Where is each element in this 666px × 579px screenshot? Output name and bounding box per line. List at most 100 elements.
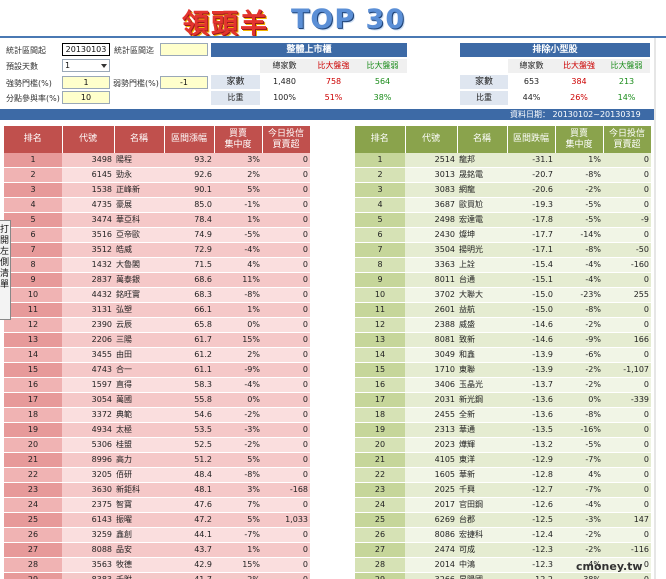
column-header[interactable]: 區間跌幅 — [507, 126, 556, 153]
open-left-list-tab[interactable]: 打開左側清單 — [0, 220, 11, 320]
column-header[interactable]: 代號 — [405, 126, 458, 153]
table-row[interactable]: 5 3474 華亞科 78.4 1% 0 — [4, 212, 310, 228]
table-row[interactable]: 7 3512 皓威 72.9 -4% 0 — [4, 242, 310, 258]
table-row[interactable]: 12 2390 云辰 65.8 0% 0 — [4, 317, 310, 333]
table-row[interactable]: 14 3049 和鑫 -13.9 -6% 0 — [355, 347, 651, 363]
table-row[interactable]: 10 3702 大聯大 -15.0 -23% 255 — [355, 287, 651, 303]
code-cell: 2375 — [62, 497, 114, 513]
table-row[interactable]: 25 6269 台郡 -12.5 -3% 147 — [355, 512, 651, 528]
table-row[interactable]: 21 8996 高力 51.2 5% 0 — [4, 452, 310, 468]
table-row[interactable]: 298383千附41.7-2%0 — [4, 572, 310, 579]
table-row[interactable]: 16 1597 直得 58.3 -4% 0 — [4, 377, 310, 393]
table-row[interactable]: 25 6143 振曜 47.2 5% 1,033 — [4, 512, 310, 528]
column-header[interactable]: 代號 — [62, 126, 115, 153]
table-row[interactable]: 1 3498 陽程 93.2 3% 0 — [4, 153, 310, 168]
table-row[interactable]: 6 3516 亞帝歐 74.9 -5% 0 — [4, 227, 310, 243]
table-row[interactable]: 15 1710 東聯 -13.9 -2% -1,107 — [355, 362, 651, 378]
table-row[interactable]: 3 1538 正峰新 90.1 5% 0 — [4, 182, 310, 198]
table-row[interactable]: 18 2455 全新 -13.6 -8% 0 — [355, 407, 651, 423]
code-cell: 4432 — [62, 287, 114, 303]
table-row[interactable]: 26 3259 鑫創 44.1 -7% 0 — [4, 527, 310, 543]
concentration-cell: -38% — [555, 572, 603, 579]
table-row[interactable]: 5 2498 宏達電 -17.8 -5% -9 — [355, 212, 651, 228]
table-row[interactable]: 27 2474 可成 -12.3 -2% -116 — [355, 542, 651, 558]
table-row[interactable]: 8 1432 大魯閣 71.5 4% 0 — [4, 257, 310, 273]
table-row[interactable]: 7 3504 揚明光 -17.1 -8% -50 — [355, 242, 651, 258]
table-row[interactable]: 1 2514 龍邦 -31.1 1% 0 — [355, 153, 651, 168]
trust-net-cell: 0 — [262, 422, 310, 438]
code-cell: 8086 — [405, 527, 457, 543]
code-cell: 1538 — [62, 182, 114, 198]
trust-net-cell: 0 — [603, 482, 651, 498]
table-row[interactable]: 4 3687 歐買尬 -19.3 -5% 0 — [355, 197, 651, 213]
table-row[interactable]: 9 2837 萬泰銀 68.6 11% 0 — [4, 272, 310, 288]
column-header[interactable]: 名稱 — [114, 126, 165, 153]
table-row[interactable]: 8 3363 上詮 -15.4 -4% -160 — [355, 257, 651, 273]
column-header[interactable]: 名稱 — [457, 126, 508, 153]
summary-overall-ratio-total: 100% — [273, 93, 296, 102]
score-input[interactable]: 10 — [62, 91, 110, 104]
column-header[interactable]: 今日投信 買賣超 — [262, 126, 311, 153]
column-header[interactable]: 買賣 集中度 — [555, 126, 604, 153]
column-header[interactable]: 買賣 集中度 — [214, 126, 263, 153]
table-row[interactable]: 4 4735 豪展 85.0 -1% 0 — [4, 197, 310, 213]
column-header[interactable]: 區間漲幅 — [164, 126, 215, 153]
summary-overall-title: 整體上市櫃 — [211, 43, 407, 57]
column-header[interactable]: 今日投信 買賣超 — [603, 126, 652, 153]
code-cell: 1605 — [405, 467, 457, 483]
table-row[interactable]: 9 8011 台通 -15.1 -4% 0 — [355, 272, 651, 288]
table-row[interactable]: 24 2017 官田鋼 -12.6 -4% 0 — [355, 497, 651, 513]
summary-overall-count-total: 1,480 — [273, 77, 296, 86]
table-row[interactable]: 22 1605 華新 -12.8 4% 0 — [355, 467, 651, 483]
table-row[interactable]: 13 2206 三陽 61.7 15% 0 — [4, 332, 310, 348]
table-row[interactable]: 19 2313 華通 -13.5 -16% 0 — [355, 422, 651, 438]
chevron-down-icon[interactable] — [101, 64, 107, 68]
table-row[interactable]: 11 3131 弘塑 66.1 1% 0 — [4, 302, 310, 318]
table-row[interactable]: 26 8086 宏捷科 -12.4 -2% 0 — [355, 527, 651, 543]
trust-net-cell: 166 — [603, 332, 651, 348]
table-row[interactable]: 27 8088 品安 43.7 1% 0 — [4, 542, 310, 558]
table-row[interactable]: 11 2601 益航 -15.0 -8% 0 — [355, 302, 651, 318]
table-row[interactable]: 18 3372 典範 54.6 -2% 0 — [4, 407, 310, 423]
start-date-input[interactable]: 20130103 — [62, 43, 110, 56]
code-cell: 3702 — [405, 287, 457, 303]
code-cell: 3563 — [62, 557, 114, 573]
forecast-days-dropdown[interactable]: 1 — [62, 59, 110, 72]
table-row[interactable]: 20 2023 燁輝 -13.2 -5% 0 — [355, 437, 651, 453]
rank-cell: 22 — [355, 467, 405, 483]
rank-cell: 24 — [355, 497, 405, 513]
table-row[interactable]: 14 3455 由田 61.2 2% 0 — [4, 347, 310, 363]
strong-threshold-input[interactable]: 1 — [62, 76, 110, 89]
table-row[interactable]: 21 4105 東洋 -12.9 -7% 0 — [355, 452, 651, 468]
table-row[interactable]: 2 6145 勁永 92.6 2% 0 — [4, 167, 310, 183]
weak-threshold-input[interactable]: -1 — [160, 76, 208, 89]
change-cell: 68.6 — [164, 272, 214, 288]
table-row[interactable]: 22 3205 佰研 48.4 -8% 0 — [4, 467, 310, 483]
table-row[interactable]: 16 3406 玉晶光 -13.7 -2% 0 — [355, 377, 651, 393]
table-row[interactable]: 28 3563 牧德 42.9 15% 0 — [4, 557, 310, 573]
concentration-cell: -9% — [555, 332, 603, 348]
table-row[interactable]: 293266昇陽國-12.2-38%0 — [355, 572, 651, 579]
name-cell: 典範 — [114, 407, 164, 423]
table-row[interactable]: 23 2025 千興 -12.7 -7% 0 — [355, 482, 651, 498]
table-row[interactable]: 10 4432 銘旺實 68.3 -8% 0 — [4, 287, 310, 303]
table-row[interactable]: 20 5306 桂盟 52.5 -2% 0 — [4, 437, 310, 453]
table-row[interactable]: 24 2375 智寶 47.6 7% 0 — [4, 497, 310, 513]
code-cell: 6143 — [62, 512, 114, 528]
rank-cell: 28 — [4, 557, 62, 573]
end-date-input[interactable] — [160, 43, 208, 56]
trust-net-cell: -9 — [603, 212, 651, 228]
table-row[interactable]: 13 8081 致新 -14.6 -9% 166 — [355, 332, 651, 348]
code-cell: 3013 — [405, 167, 457, 183]
table-row[interactable]: 19 4934 太極 53.5 -3% 0 — [4, 422, 310, 438]
table-row[interactable]: 23 3630 新鉅科 48.1 3% -168 — [4, 482, 310, 498]
table-row[interactable]: 17 3054 萬國 55.8 0% 0 — [4, 392, 310, 408]
table-row[interactable]: 6 2430 燦坤 -17.7 -14% 0 — [355, 227, 651, 243]
table-row[interactable]: 15 4743 合一 61.1 -9% 0 — [4, 362, 310, 378]
column-header[interactable]: 排名 — [4, 126, 63, 153]
table-row[interactable]: 2 3013 晟銘電 -20.7 -8% 0 — [355, 167, 651, 183]
table-row[interactable]: 12 2388 威盛 -14.6 -2% 0 — [355, 317, 651, 333]
column-header[interactable]: 排名 — [355, 126, 406, 153]
table-row[interactable]: 17 2031 新光鋼 -13.6 0% -339 — [355, 392, 651, 408]
table-row[interactable]: 3 3083 網龍 -20.6 -2% 0 — [355, 182, 651, 198]
